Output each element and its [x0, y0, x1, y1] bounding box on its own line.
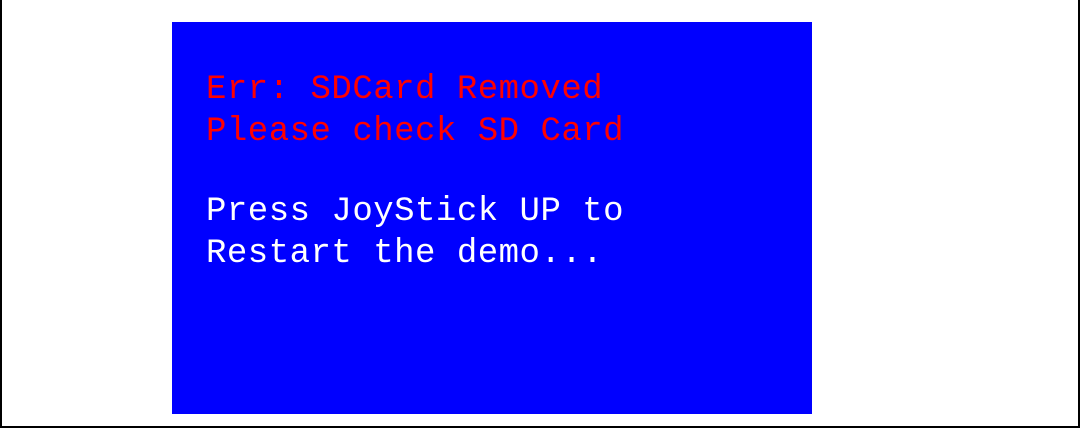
error-message-line-2: Please check SD Card: [206, 113, 625, 151]
figure-frame: Err: SDCard Removed Please check SD Card…: [0, 0, 1080, 428]
instruction-line-2: Restart the demo...: [206, 235, 604, 273]
lcd-screen: Err: SDCard Removed Please check SD Card…: [172, 22, 812, 414]
error-message-line-1: Err: SDCard Removed: [206, 71, 604, 109]
instruction-line-1: Press JoyStick UP to: [206, 193, 625, 231]
